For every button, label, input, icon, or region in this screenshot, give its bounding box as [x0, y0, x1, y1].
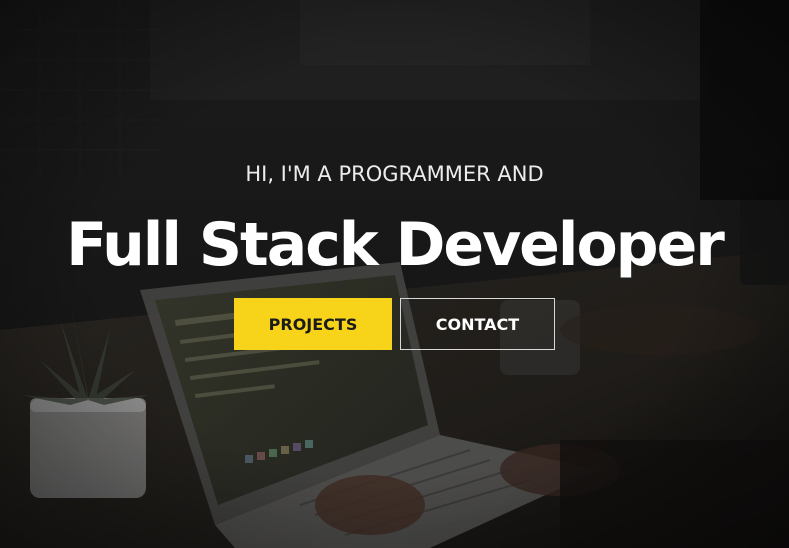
- hero-section: HI, I'M A PROGRAMMER AND Full Stack Deve…: [0, 0, 789, 548]
- contact-button-label: CONTACT: [435, 314, 520, 334]
- projects-button-label: PROJECTS: [268, 314, 358, 334]
- contact-button[interactable]: CONTACT: [400, 298, 555, 350]
- hero-subtitle: HI, I'M A PROGRAMMER AND: [245, 162, 544, 186]
- hero-title: Full Stack Developer: [66, 210, 725, 280]
- hero-content: HI, I'M A PROGRAMMER AND Full Stack Deve…: [0, 0, 789, 548]
- projects-button[interactable]: PROJECTS: [234, 298, 392, 350]
